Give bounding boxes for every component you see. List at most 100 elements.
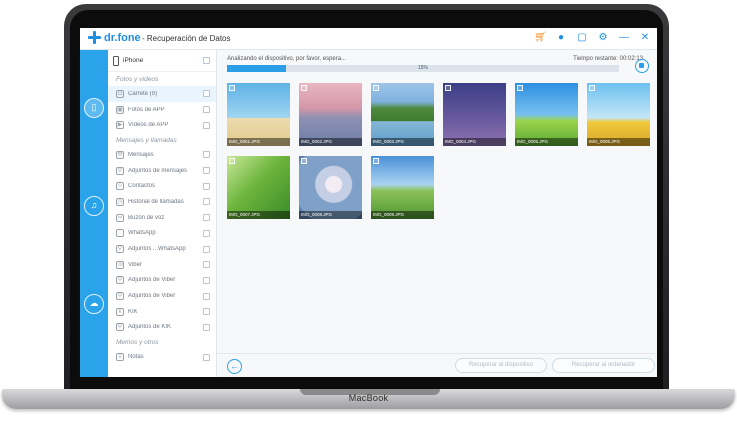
- back-button[interactable]: ←: [227, 359, 242, 374]
- sidebar-item[interactable]: ⚲ Adjuntos de mensajes: [108, 163, 216, 179]
- photo-filename: IMG_0001.JPG: [227, 138, 290, 146]
- photo-checkbox[interactable]: [517, 85, 523, 91]
- photo-thumbnail[interactable]: IMG_0007.JPG: [227, 156, 290, 219]
- sidebar-item-checkbox[interactable]: [203, 90, 210, 98]
- category-sidebar: iPhone Fotos y vídeos ◘ Carrete (9) ▣ Fotos …: [108, 50, 217, 377]
- sidebar-item-label: Adjuntos de mensajes: [128, 167, 188, 174]
- sidebar-item-checkbox[interactable]: [203, 121, 210, 129]
- sidebar-item[interactable]: ▶ Vídeos de APP: [108, 117, 216, 133]
- laptop-scene: dr.fone - Recuperación de Datos 🛒︎ ● ▢ ⚙…: [0, 0, 737, 423]
- photo-checkbox[interactable]: [589, 85, 595, 91]
- laptop-brand: MacBook: [348, 393, 389, 403]
- device-checkbox[interactable]: [203, 57, 210, 64]
- photo-checkbox[interactable]: [373, 158, 379, 164]
- sidebar-item-label: Adjuntos de Viber: [128, 293, 176, 300]
- sidebar-item-checkbox[interactable]: [203, 182, 210, 190]
- photo-filename: IMG_0004.JPG: [443, 138, 506, 146]
- device-row[interactable]: iPhone: [108, 50, 216, 72]
- itunes-recovery-icon[interactable]: ♫: [84, 196, 104, 216]
- sidebar-item[interactable]: k KIK: [108, 304, 216, 320]
- whatsapp-icon: ◌: [116, 229, 124, 238]
- sidebar-item[interactable]: ☏ Viber: [108, 257, 216, 273]
- feedback-icon[interactable]: ▢: [576, 32, 588, 44]
- stop-scan-button[interactable]: [635, 59, 649, 73]
- sidebar-item-label: WhatsApp: [128, 230, 156, 237]
- time-remaining: Tiempo restante: 00:02:13: [573, 56, 643, 62]
- photo-checkbox[interactable]: [301, 158, 307, 164]
- app-window: dr.fone - Recuperación de Datos 🛒︎ ● ▢ ⚙…: [80, 28, 657, 377]
- sidebar-item[interactable]: ⚲ Adjuntos ...WhatsApp: [108, 241, 216, 257]
- photo-checkbox[interactable]: [229, 158, 235, 164]
- photo-thumbnail[interactable]: IMG_0002.JPG: [299, 83, 362, 146]
- photo-thumbnail[interactable]: IMG_0005.JPG: [515, 83, 578, 146]
- recover-to-device-button[interactable]: Recuperar al dispositivo: [455, 358, 547, 373]
- sidebar-item-checkbox[interactable]: [203, 276, 210, 284]
- sidebar-item-checkbox[interactable]: [203, 308, 210, 316]
- sidebar-item[interactable]: ⚲ Adjuntos de Viber: [108, 273, 216, 289]
- viber-attachment-icon: ⚲: [116, 276, 124, 285]
- sidebar-item-checkbox[interactable]: [203, 245, 210, 253]
- sidebar-item[interactable]: ☺ Contactos: [108, 178, 216, 194]
- sidebar-item[interactable]: ≡ Notas: [108, 349, 216, 365]
- phone-recovery-icon[interactable]: ▯: [84, 98, 104, 118]
- phone-icon: [113, 55, 119, 66]
- sidebar-item-checkbox[interactable]: [203, 323, 210, 331]
- photo-thumbnail[interactable]: IMG_0006.JPG: [587, 83, 650, 146]
- sidebar-item-checkbox[interactable]: [203, 229, 210, 237]
- mode-rail: ▯ ♫ ☁︎: [80, 50, 108, 377]
- video-icon: ▶: [116, 121, 124, 130]
- logo-text: dr.fone: [104, 31, 141, 44]
- sidebar-item-label: Buzón de voz: [128, 214, 165, 221]
- photo-thumbnail[interactable]: IMG_0004.JPG: [443, 83, 506, 146]
- minimize-icon[interactable]: —: [618, 32, 630, 44]
- sidebar-item[interactable]: ◘ Carrete (9): [108, 86, 216, 102]
- photo-filename: IMG_0005.JPG: [515, 138, 578, 146]
- cart-icon[interactable]: 🛒︎: [534, 32, 547, 44]
- photo-thumbnail[interactable]: IMG_0008.JPG: [299, 156, 362, 219]
- sidebar-item[interactable]: ∞ Buzón de voz: [108, 210, 216, 226]
- photo-checkbox[interactable]: [445, 85, 451, 91]
- photo-filename: IMG_0002.JPG: [299, 138, 362, 146]
- user-icon[interactable]: ●: [555, 32, 567, 44]
- whatsapp-attachment-icon: ⚲: [116, 245, 124, 254]
- sidebar-item-label: Mensajes: [128, 151, 154, 158]
- sidebar-item[interactable]: ◌ WhatsApp: [108, 226, 216, 242]
- viber-icon: ☏: [116, 260, 125, 269]
- photo-filename: IMG_0007.JPG: [227, 211, 290, 219]
- photo-checkbox[interactable]: [373, 85, 379, 91]
- sidebar-item[interactable]: ✉ Mensajes: [108, 147, 216, 163]
- sidebar-item-checkbox[interactable]: [203, 167, 210, 175]
- sidebar-item-label: Fotos de APP: [128, 106, 165, 113]
- photo-filename: IMG_0009.JPG: [371, 211, 434, 219]
- recover-to-computer-button[interactable]: Recuperar al ordenador: [552, 358, 655, 373]
- sidebar-item-checkbox[interactable]: [203, 353, 210, 361]
- progress-percent: 15%: [417, 65, 428, 71]
- sidebar-section-title: Fotos y vídeos: [116, 76, 159, 83]
- sidebar-item-checkbox[interactable]: [203, 198, 210, 206]
- photo-icon: ▣: [116, 105, 124, 114]
- sidebar-item-checkbox[interactable]: [203, 292, 210, 300]
- sidebar-item[interactable]: ⚲ Adjuntos de Viber: [108, 288, 216, 304]
- photo-checkbox[interactable]: [301, 85, 307, 91]
- sidebar-item-label: Vídeos de APP: [128, 122, 169, 129]
- photo-checkbox[interactable]: [229, 85, 235, 91]
- photo-thumbnail[interactable]: IMG_0001.JPG: [227, 83, 290, 146]
- sidebar-item[interactable]: ▣ Fotos de APP: [108, 102, 216, 118]
- sidebar-item[interactable]: ◷ Historial de llamadas: [108, 194, 216, 210]
- sidebar-item-checkbox[interactable]: [203, 214, 210, 222]
- kik-icon: k: [116, 307, 124, 316]
- results-panel: Analizando el dispositivo, por favor, es…: [217, 50, 657, 377]
- close-icon[interactable]: ✕: [639, 32, 651, 44]
- sidebar-section-title: Memos y otros: [116, 339, 159, 347]
- settings-icon[interactable]: ⚙︎: [597, 32, 609, 44]
- sidebar-item[interactable]: ⚲ Adjuntos de KIK: [108, 320, 216, 336]
- photo-thumbnail[interactable]: IMG_0003.JPG: [371, 83, 434, 146]
- drfone-logo: dr.fone: [88, 31, 141, 44]
- title-bar: dr.fone - Recuperación de Datos 🛒︎ ● ▢ ⚙…: [80, 28, 657, 50]
- sidebar-item-checkbox[interactable]: [203, 261, 210, 269]
- icloud-recovery-icon[interactable]: ☁︎: [84, 294, 104, 314]
- sidebar-item-checkbox[interactable]: [203, 151, 210, 159]
- photo-thumbnail[interactable]: IMG_0009.JPG: [371, 156, 434, 219]
- sidebar-item-checkbox[interactable]: [203, 106, 210, 114]
- sidebar-item-label: Notas: [128, 354, 144, 361]
